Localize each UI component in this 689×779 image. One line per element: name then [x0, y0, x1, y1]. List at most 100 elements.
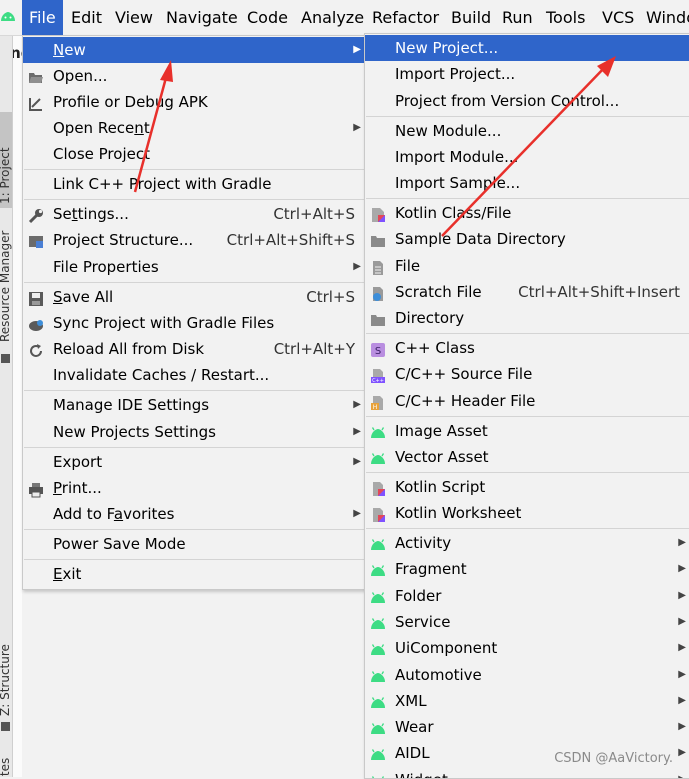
submenu-item-folder[interactable]: Folder ▶ [365, 583, 689, 609]
menu-item-export[interactable]: Export ▶ [23, 449, 365, 475]
menu-item-label: C/C++ Source File [395, 365, 533, 383]
menu-refactor[interactable]: Refactor [372, 0, 439, 35]
submenu-item-scratch-file[interactable]: Scratch File Ctrl+Alt+Shift+Insert [365, 279, 689, 305]
menu-item-settings[interactable]: Settings... Ctrl+Alt+S [23, 201, 365, 227]
menu-item-label: Import Module... [395, 148, 519, 166]
menu-navigate[interactable]: Navigate [166, 0, 238, 35]
submenu-item-directory[interactable]: Directory [365, 305, 689, 331]
submenu-item-sample-data-directory[interactable]: Sample Data Directory [365, 226, 689, 252]
android-icon [370, 667, 386, 683]
menu-view[interactable]: View [115, 0, 153, 35]
submenu-item-kotlin-class-file[interactable]: Kotlin Class/File [365, 200, 689, 226]
submenu-arrow-icon: ▶ [353, 261, 361, 272]
submenu-item-import-module[interactable]: Import Module... [365, 144, 689, 170]
submenu-item-c-cpp-source-file[interactable]: C++ C/C++ Source File [365, 361, 689, 387]
apk-debug-icon [28, 94, 44, 111]
android-icon [370, 772, 386, 778]
menu-separator [366, 198, 689, 199]
menu-item-label: Scratch File [395, 283, 482, 301]
submenu-item-import-sample[interactable]: Import Sample... [365, 170, 689, 196]
menu-item-new[interactable]: New ▶ [23, 37, 365, 63]
gradle-sync-icon [28, 315, 44, 331]
menu-item-add-to-favorites[interactable]: Add to Favorites ▶ [23, 501, 365, 527]
submenu-item-vector-asset[interactable]: Vector Asset [365, 444, 689, 470]
menu-item-label: File Properties [53, 258, 159, 276]
menu-run[interactable]: Run [502, 0, 533, 35]
submenu-item-cpp-class[interactable]: S C++ Class [365, 335, 689, 361]
submenu-arrow-icon: ▶ [678, 589, 686, 601]
submenu-item-automotive[interactable]: Automotive ▶ [365, 662, 689, 688]
submenu-item-project-from-vcs[interactable]: Project from Version Control... [365, 88, 689, 114]
submenu-item-wear[interactable]: Wear ▶ [365, 714, 689, 740]
menu-item-label: Close Project [53, 145, 150, 163]
submenu-item-kotlin-script[interactable]: Kotlin Script [365, 474, 689, 500]
menu-item-link-cpp-project[interactable]: Link C++ Project with Gradle [23, 171, 365, 197]
menu-separator [24, 447, 364, 448]
submenu-item-c-cpp-header-file[interactable]: H C/C++ Header File [365, 388, 689, 414]
menu-item-profile-debug-apk[interactable]: Profile or Debug APK [23, 89, 365, 115]
menu-item-open[interactable]: Open... [23, 63, 365, 89]
menu-analyze[interactable]: Analyze [301, 0, 364, 35]
menu-file[interactable]: File [22, 0, 63, 35]
menu-item-project-structure[interactable]: Project Structure... Ctrl+Alt+Shift+S [23, 227, 365, 253]
submenu-item-image-asset[interactable]: Image Asset [365, 418, 689, 444]
menu-item-save-all[interactable]: Save All Ctrl+S [23, 284, 365, 310]
android-icon [370, 588, 386, 604]
menu-item-label: Reload All from Disk [53, 340, 205, 358]
menu-item-reload-from-disk[interactable]: Reload All from Disk Ctrl+Alt+Y [23, 336, 365, 362]
menu-separator [366, 416, 689, 417]
menu-item-label: New [53, 41, 86, 59]
menu-item-label: Fragment [395, 560, 467, 579]
menu-item-label: Automotive [395, 665, 482, 684]
android-icon [370, 423, 386, 439]
menu-item-sync-gradle[interactable]: Sync Project with Gradle Files [23, 310, 365, 336]
menu-build[interactable]: Build [451, 0, 491, 35]
submenu-item-file[interactable]: File [365, 253, 689, 279]
menu-item-power-save-mode[interactable]: Power Save Mode [23, 531, 365, 557]
menu-item-label: Save All [53, 288, 114, 306]
kotlin-script-icon [370, 479, 386, 496]
submenu-arrow-icon: ▶ [353, 44, 361, 55]
menu-item-label: Kotlin Worksheet [395, 504, 522, 522]
menu-item-close-project[interactable]: Close Project [23, 141, 365, 167]
submenu-item-import-project[interactable]: Import Project... [365, 61, 689, 87]
menu-item-file-properties[interactable]: File Properties ▶ [23, 254, 365, 280]
submenu-item-service[interactable]: Service ▶ [365, 609, 689, 635]
submenu-item-activity[interactable]: Activity ▶ [365, 530, 689, 556]
submenu-item-uicomponent[interactable]: UiComponent ▶ [365, 635, 689, 661]
watermark: CSDN @AaVictory. [554, 751, 673, 766]
menu-edit[interactable]: Edit [71, 0, 102, 35]
submenu-item-kotlin-worksheet[interactable]: Kotlin Worksheet [365, 500, 689, 526]
menu-item-new-projects-settings[interactable]: New Projects Settings ▶ [23, 419, 365, 445]
svg-text:S: S [375, 346, 381, 357]
menu-item-invalidate-caches[interactable]: Invalidate Caches / Restart... [23, 362, 365, 388]
menu-item-open-recent[interactable]: Open Recent ▶ [23, 115, 365, 141]
menu-code[interactable]: Code [247, 0, 288, 35]
menu-item-manage-ide-settings[interactable]: Manage IDE Settings ▶ [23, 392, 365, 418]
favorites-tool-label[interactable]: Favorites [0, 758, 12, 777]
reload-icon [28, 341, 44, 357]
submenu-arrow-icon: ▶ [678, 668, 686, 680]
submenu-item-fragment[interactable]: Fragment ▶ [365, 556, 689, 582]
menu-item-label: Open... [53, 67, 108, 85]
menu-window[interactable]: Windo [646, 0, 689, 35]
menu-vcs[interactable]: VCS [602, 0, 634, 35]
submenu-item-xml[interactable]: XML ▶ [365, 688, 689, 714]
submenu-item-new-project[interactable]: New Project... [365, 35, 689, 61]
menu-item-exit[interactable]: Exit [23, 561, 365, 587]
project-tool-label[interactable]: 1: Project [0, 147, 12, 204]
structure-tool-label[interactable]: Z: Structure [0, 644, 12, 716]
android-icon [370, 693, 386, 709]
submenu-item-widget[interactable]: Widget ▶ [365, 767, 689, 778]
submenu-item-new-module[interactable]: New Module... [365, 118, 689, 144]
submenu-arrow-icon: ▶ [678, 767, 686, 778]
submenu-arrow-icon: ▶ [353, 122, 361, 133]
menu-item-label: Kotlin Class/File [395, 204, 512, 222]
resource-manager-tool-label[interactable]: Resource Manager [0, 231, 12, 342]
file-menu: New ▶ Open... Profile or Debug APK Open … [22, 35, 366, 590]
menu-tools[interactable]: Tools [546, 0, 585, 35]
menu-separator [366, 116, 689, 117]
menu-item-label: Widget [395, 767, 448, 778]
menu-item-shortcut: Ctrl+Alt+S [273, 205, 355, 223]
menu-item-print[interactable]: Print... [23, 475, 365, 501]
